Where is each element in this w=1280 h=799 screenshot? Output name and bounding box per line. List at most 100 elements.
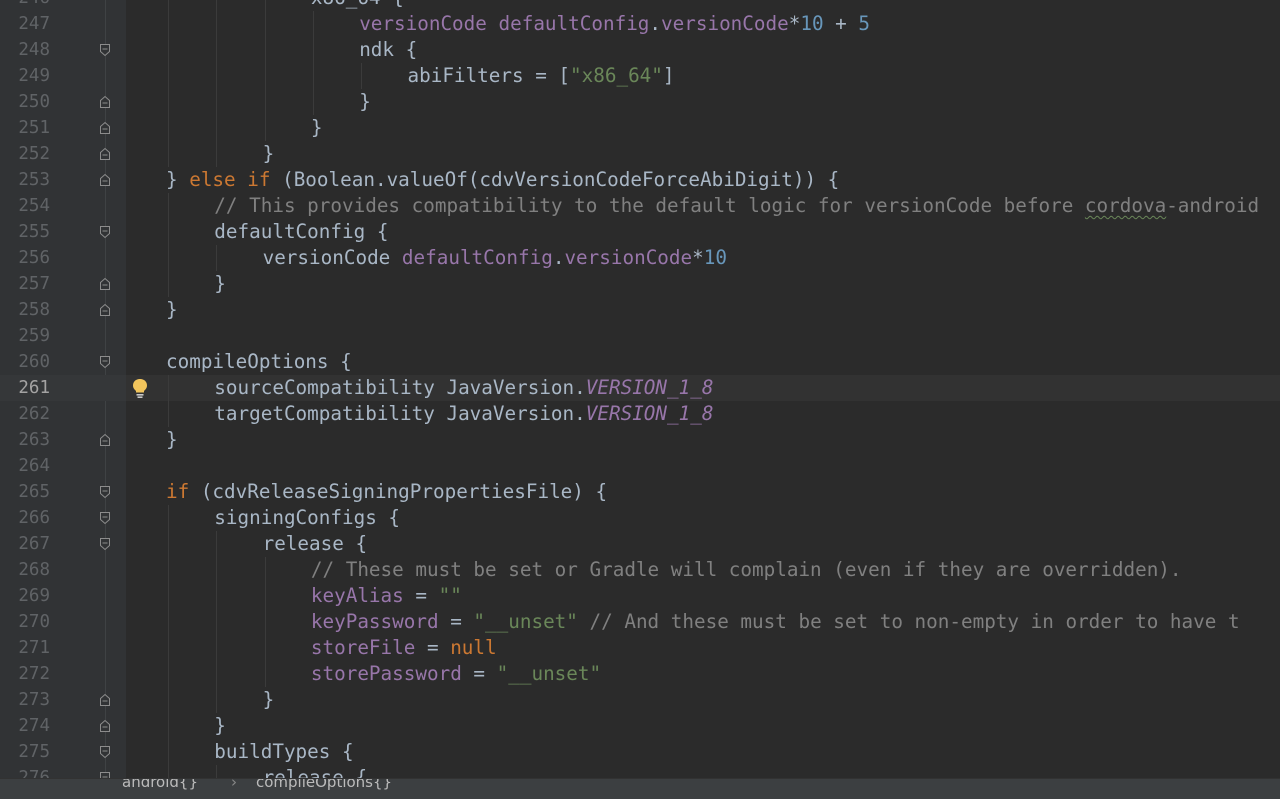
indent-guide (168, 245, 169, 271)
code-token: defaultConfig { (214, 220, 389, 243)
code-line[interactable]: 250} (0, 89, 1280, 115)
code-line[interactable]: 262 targetCompatibility JavaVersion.VERSI… (0, 401, 1280, 427)
fold-open-icon[interactable] (99, 355, 111, 369)
code-line[interactable]: 257} (0, 271, 1280, 297)
fold-open-icon[interactable] (99, 745, 111, 759)
code-line[interactable]: 265 if (cdvReleaseSigningPropertiesFile) … (0, 479, 1280, 505)
fold-close-icon[interactable] (99, 303, 111, 317)
line-number: 253 (18, 170, 50, 190)
code-text: defaultConfig { (214, 219, 388, 245)
indent-guide (216, 37, 218, 63)
line-number: 273 (18, 690, 50, 710)
fold-open-icon[interactable] (99, 511, 111, 525)
code-text: } (263, 141, 275, 167)
gutter-cell: 267 (0, 531, 126, 557)
gutter-cell: 254 (0, 193, 126, 219)
breadcrumb-bar: android{} › compileOptions{} (0, 778, 1280, 799)
indent-guide (312, 11, 314, 37)
fold-close-icon[interactable] (99, 173, 111, 187)
gutter-cell: 265 (0, 479, 126, 505)
code-text: release { (263, 765, 367, 778)
code-token: ndk { (359, 38, 418, 61)
breadcrumb-item-compile-options[interactable]: compileOptions{} (256, 779, 392, 792)
code-line[interactable]: 259 (0, 323, 1280, 349)
fold-close-icon[interactable] (99, 147, 111, 161)
line-number: 259 (18, 326, 50, 346)
fold-open-icon[interactable] (99, 771, 111, 778)
indent-guide (264, 557, 266, 583)
code-line[interactable]: 256 versionCode defaultConfig.versionCode… (0, 245, 1280, 271)
code-token: storePassword (310, 662, 462, 685)
fold-close-icon[interactable] (99, 277, 111, 291)
code-token: ] (662, 64, 675, 87)
code-line[interactable]: 248 ndk { (0, 37, 1280, 63)
fold-close-icon[interactable] (99, 693, 111, 707)
fold-open-icon[interactable] (99, 225, 111, 239)
gutter-cell: 250 (0, 89, 126, 115)
code-line[interactable]: 263} (0, 427, 1280, 453)
gutter-cell: 275 (0, 739, 126, 765)
code-editor[interactable]: 246 x86_64 { 247 versionCode defaultConfig.… (0, 0, 1280, 778)
fold-close-icon[interactable] (99, 433, 111, 447)
line-number: 271 (18, 638, 50, 658)
indent-guide (216, 63, 218, 89)
code-line[interactable]: 267 release { (0, 531, 1280, 557)
code-line[interactable]: 264 (0, 453, 1280, 479)
code-line[interactable]: 246 x86_64 { (0, 0, 1280, 11)
indent-guide (312, 89, 314, 115)
code-token: = (403, 584, 439, 607)
code-text: } (214, 271, 226, 297)
code-line[interactable]: 247 versionCode defaultConfig.versionCode… (0, 11, 1280, 37)
code-text: abiFilters = ["x86_64"] (408, 63, 675, 89)
indent-guide (264, 609, 266, 635)
line-number: 267 (18, 534, 50, 554)
code-line[interactable]: 273} (0, 687, 1280, 713)
indent-guide (264, 583, 266, 609)
code-line[interactable]: 270 keyPassword = "__unset" // And these … (0, 609, 1280, 635)
code-line[interactable]: 252} (0, 141, 1280, 167)
code-line[interactable]: 258} (0, 297, 1280, 323)
indent-guide (264, 11, 266, 37)
indent-guide (168, 219, 169, 245)
gutter-cell: 273 (0, 687, 126, 713)
gutter-cell: 264 (0, 453, 126, 479)
code-line[interactable]: 254 // This provides compatibility to the… (0, 193, 1280, 219)
code-line[interactable]: 249 abiFilters = ["x86_64"] (0, 63, 1280, 89)
code-line[interactable]: 269 keyAlias = "" (0, 583, 1280, 609)
code-line[interactable]: 275 buildTypes { (0, 739, 1280, 765)
gutter-cell: 247 (0, 11, 126, 37)
code-line[interactable]: 271 storeFile = null (0, 635, 1280, 661)
indent-guide (264, 37, 266, 63)
gutter-cell: 259 (0, 323, 126, 349)
gutter-cell: 255 (0, 219, 126, 245)
code-text: versionCode defaultConfig.versionCode*10… (359, 11, 870, 37)
code-line[interactable]: 255 defaultConfig { (0, 219, 1280, 245)
code-line[interactable]: 274} (0, 713, 1280, 739)
code-line[interactable]: 260 compileOptions { (0, 349, 1280, 375)
line-number: 255 (18, 222, 50, 242)
indent-guide (216, 557, 218, 583)
code-line[interactable]: 253} else if (Boolean.valueOf(cdvVersion… (0, 167, 1280, 193)
fold-open-icon[interactable] (99, 537, 111, 551)
breadcrumb-item-android[interactable]: android{} (122, 779, 198, 792)
code-text: keyPassword = "__unset" // And these mus… (311, 609, 1240, 635)
fold-close-icon[interactable] (99, 719, 111, 733)
fold-close-icon[interactable] (99, 95, 111, 109)
fold-close-icon[interactable] (99, 121, 111, 135)
indent-guide (168, 765, 169, 778)
fold-open-icon[interactable] (99, 485, 111, 499)
code-line[interactable]: 272 storePassword = "__unset" (0, 661, 1280, 687)
code-line[interactable]: 268 // These must be set or Gradle will c… (0, 557, 1280, 583)
gutter-cell: 262 (0, 401, 126, 427)
code-line[interactable]: 266 signingConfigs { (0, 505, 1280, 531)
lightbulb-icon[interactable] (129, 377, 151, 399)
indent-guide (168, 37, 169, 63)
line-number: 247 (18, 14, 50, 34)
code-text: targetCompatibility JavaVersion.VERSION_… (214, 401, 713, 427)
fold-open-icon[interactable] (99, 43, 111, 57)
line-number: 252 (18, 144, 50, 164)
code-line[interactable]: 276 release { (0, 765, 1280, 778)
code-line[interactable]: 251} (0, 115, 1280, 141)
line-number: 263 (18, 430, 50, 450)
code-line[interactable]: 261 sourceCompatibility JavaVersion.VERSI… (0, 375, 1280, 401)
